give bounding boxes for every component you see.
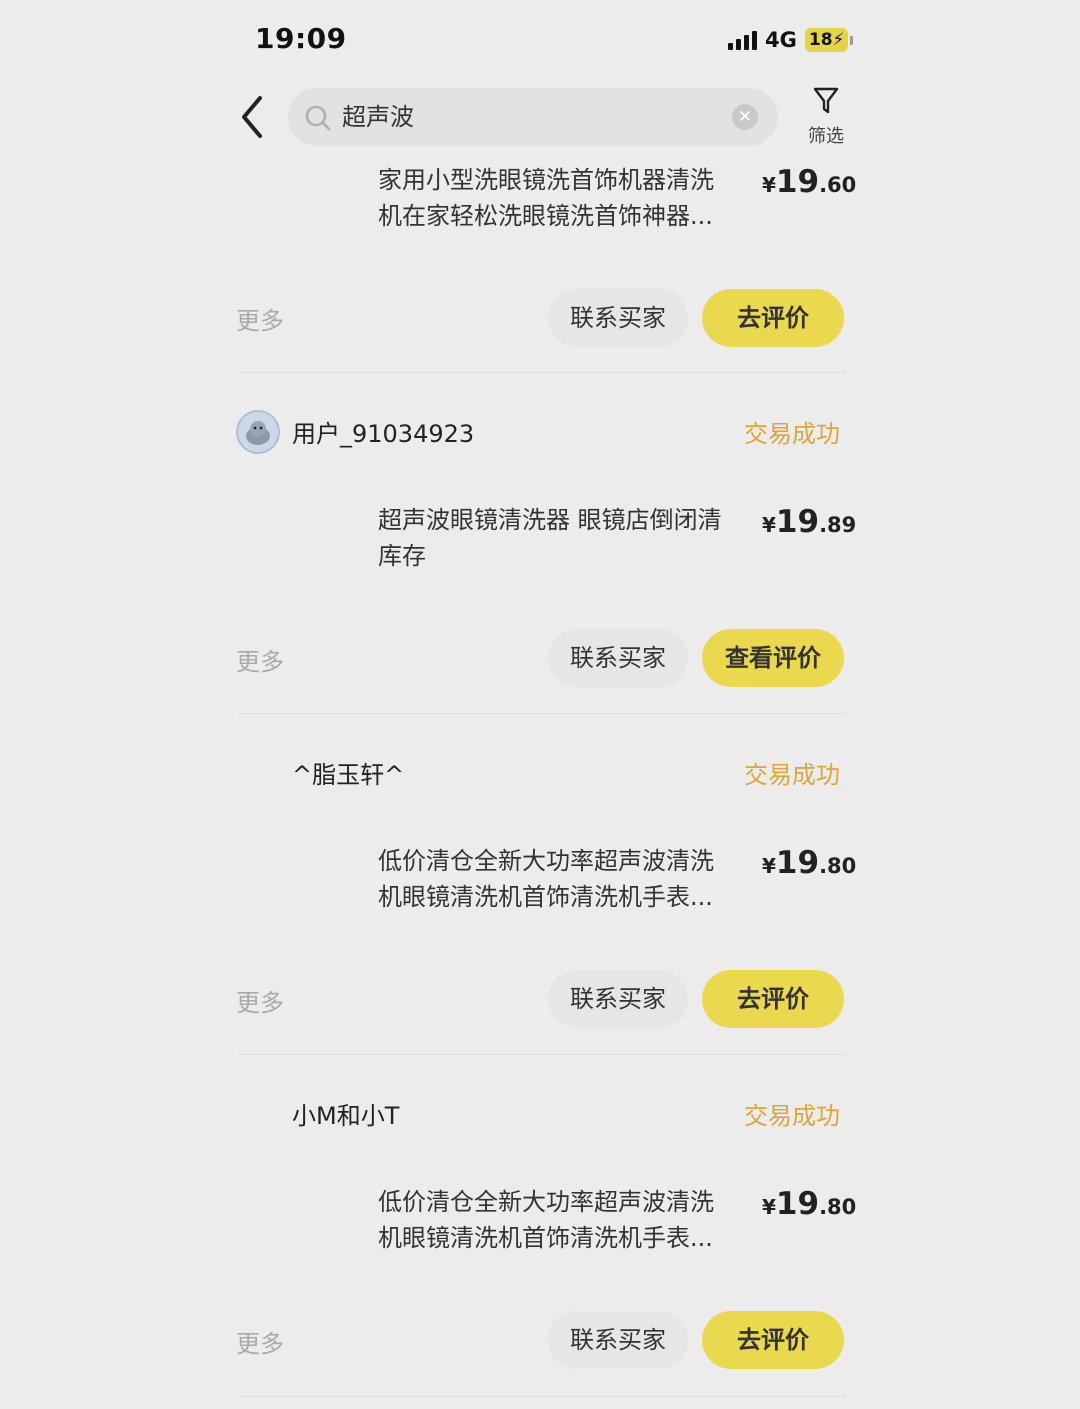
product-title[interactable]: 低价清仓全新大功率超声波清洗 机眼镜清洗机首饰清洗机手表... <box>378 843 738 915</box>
buyer-username[interactable]: 小M和小T <box>292 1096 399 1131</box>
clear-icon[interactable]: ✕ <box>732 104 758 130</box>
product-title-line: 机在家轻松洗眼镜洗首饰神器... <box>378 202 713 230</box>
price-decimal: .89 <box>819 513 857 537</box>
price-currency: ¥ <box>762 854 776 878</box>
review-button[interactable]: 去评价 <box>702 289 844 347</box>
price: ¥19.80 <box>762 1186 856 1222</box>
order-status: 交易成功 <box>744 420 840 448</box>
product-title-line: 低价清仓全新大功率超声波清洗 <box>378 1188 714 1216</box>
search-input[interactable]: 超声波 ✕ <box>288 88 778 146</box>
product-title-line: 家用小型洗眼镜洗首饰机器清洗 <box>378 166 714 194</box>
contact-buyer-button[interactable]: 联系买家 <box>548 970 688 1028</box>
review-button[interactable]: 去评价 <box>702 1311 844 1369</box>
product-title[interactable]: 低价清仓全新大功率超声波清洗 机眼镜清洗机首饰清洗机手表... <box>378 1184 738 1256</box>
review-button[interactable]: 去评价 <box>702 970 844 1028</box>
product-title-line: 低价清仓全新大功率超声波清洗 <box>378 847 714 875</box>
more-button[interactable]: 更多 <box>236 1324 284 1359</box>
signal-icon <box>728 30 757 50</box>
filter-icon <box>813 87 839 114</box>
search-icon <box>305 105 331 131</box>
divider <box>238 1396 846 1397</box>
buyer-username[interactable]: 用户_91034923 <box>292 414 474 449</box>
order-status: 交易成功 <box>744 1102 840 1130</box>
price-decimal: .80 <box>819 854 857 878</box>
more-button[interactable]: 更多 <box>236 983 284 1018</box>
price: ¥19.80 <box>762 845 856 881</box>
price-integer: 19 <box>775 1186 820 1222</box>
back-button[interactable] <box>232 92 276 142</box>
divider <box>238 713 846 714</box>
product-title[interactable]: 超声波眼镜清洗器 眼镜店倒闭清 库存 <box>378 502 738 574</box>
battery-icon: 18⚡ <box>804 28 849 52</box>
product-title-line: 机眼镜清洗机首饰清洗机手表... <box>378 1224 713 1252</box>
contact-buyer-button[interactable]: 联系买家 <box>548 289 688 347</box>
view-review-button[interactable]: 查看评价 <box>702 629 844 687</box>
price-integer: 19 <box>775 845 820 881</box>
price-currency: ¥ <box>762 513 776 537</box>
screen: 19:09 4G 18⚡ 超声波 ✕ 筛选 家用小型洗眼镜洗首饰机器清洗 机在家… <box>0 0 1080 1409</box>
status-indicators: 4G 18⚡ <box>728 28 854 52</box>
price-currency: ¥ <box>762 173 776 197</box>
filter-button[interactable]: 筛选 <box>800 86 852 156</box>
chevron-left-icon <box>242 96 262 138</box>
status-time: 19:09 <box>255 22 347 55</box>
price-decimal: .80 <box>819 1195 857 1219</box>
product-title[interactable]: 家用小型洗眼镜洗首饰机器清洗 机在家轻松洗眼镜洗首饰神器... <box>378 162 738 234</box>
product-title-line: 超声波眼镜清洗器 眼镜店倒闭清 <box>378 506 722 534</box>
price: ¥19.60 <box>762 164 856 200</box>
search-query: 超声波 <box>342 103 414 131</box>
battery-tip <box>850 35 854 45</box>
price-currency: ¥ <box>762 1195 776 1219</box>
avatar[interactable] <box>236 410 280 454</box>
divider <box>238 372 846 373</box>
contact-buyer-button[interactable]: 联系买家 <box>548 629 688 687</box>
price-integer: 19 <box>775 504 820 540</box>
price-decimal: .60 <box>819 173 857 197</box>
more-button[interactable]: 更多 <box>236 301 284 336</box>
seal-avatar-icon <box>238 412 278 452</box>
product-title-line: 机眼镜清洗机首饰清洗机手表... <box>378 883 713 911</box>
battery-level: 18 <box>808 30 833 50</box>
more-button[interactable]: 更多 <box>236 642 284 677</box>
network-type: 4G <box>765 28 797 52</box>
buyer-username[interactable]: ^脂玉轩^ <box>292 755 404 790</box>
price: ¥19.89 <box>762 504 856 540</box>
contact-buyer-button[interactable]: 联系买家 <box>548 1311 688 1369</box>
price-integer: 19 <box>775 164 820 200</box>
filter-label: 筛选 <box>808 126 844 147</box>
order-status: 交易成功 <box>744 761 840 789</box>
divider <box>238 1054 846 1055</box>
product-title-line: 库存 <box>378 542 426 570</box>
